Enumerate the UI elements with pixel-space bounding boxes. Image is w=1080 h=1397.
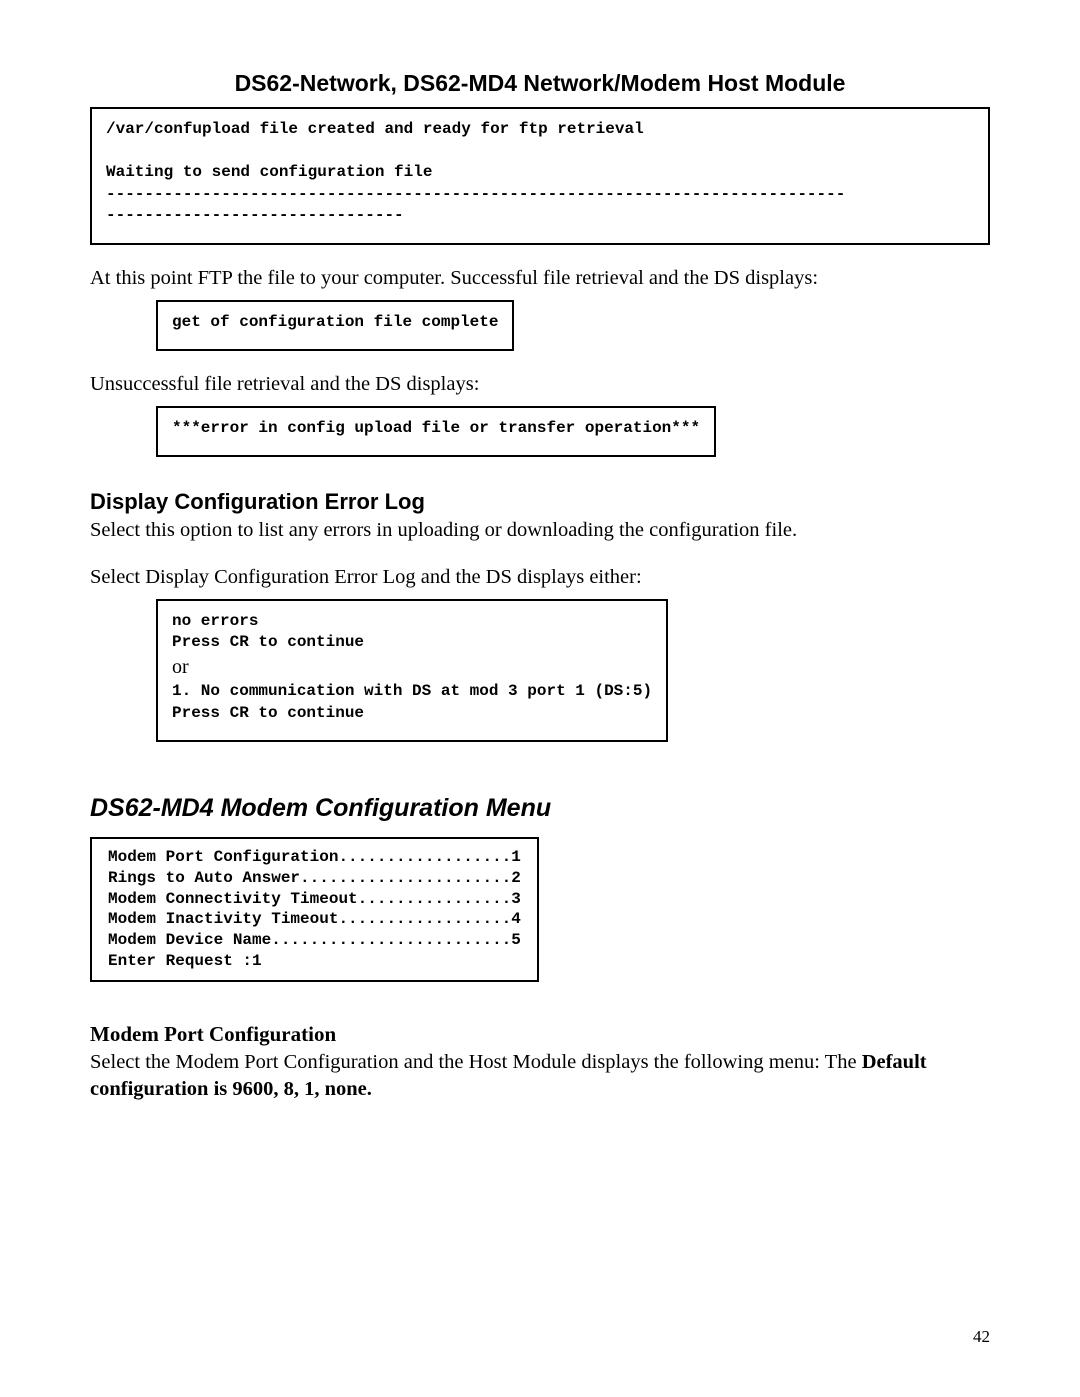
body-paragraph: Select this option to list any errors in… [90,517,990,544]
body-paragraph: At this point FTP the file to your compu… [90,265,990,292]
menu-prompt: Enter Request :1 [108,952,262,970]
code-line-dashes: ------------------------------- [106,206,404,224]
body-paragraph: Select Display Configuration Error Log a… [90,564,990,591]
menu-item: Modem Port Configuration................… [108,848,521,866]
terminal-output-error: ***error in config upload file or transf… [156,406,716,458]
code-line-dashes: ----------------------------------------… [106,185,845,203]
menu-item: Rings to Auto Answer....................… [108,869,521,887]
code-line: Press CR to continue [172,633,364,651]
code-line: no errors [172,612,258,630]
code-line: Waiting to send configuration file [106,163,432,181]
body-paragraph: Select the Modem Port Configuration and … [90,1049,990,1102]
code-line: ***error in config upload file or transf… [172,419,700,437]
code-line-or: or [172,656,189,678]
code-line: get of configuration file complete [172,313,498,331]
page-number: 42 [973,1327,990,1347]
code-line: 1. No communication with DS at mod 3 por… [172,682,652,700]
code-line: Press CR to continue [172,704,364,722]
body-text: Select the Modem Port Configuration and … [90,1051,862,1073]
section-heading-error-log: Display Configuration Error Log [90,489,990,515]
terminal-output-confupload: /var/confupload file created and ready f… [90,107,990,245]
menu-item: Modem Inactivity Timeout................… [108,910,521,928]
menu-item: Modem Device Name.......................… [108,931,521,949]
menu-item: Modem Connectivity Timeout..............… [108,890,521,908]
modem-config-menu: Modem Port Configuration................… [90,837,539,982]
document-page: DS62-Network, DS62-MD4 Network/Modem Hos… [0,0,1080,1397]
terminal-output-error-log: no errors Press CR to continue or 1. No … [156,599,668,742]
terminal-output-get-complete: get of configuration file complete [156,300,514,352]
subsection-heading-modem-port: Modem Port Configuration [90,1022,990,1047]
code-line: /var/confupload file created and ready f… [106,120,644,138]
page-title: DS62-Network, DS62-MD4 Network/Modem Hos… [90,70,990,97]
section-heading-modem-config: DS62-MD4 Modem Configuration Menu [90,794,990,823]
body-paragraph: Unsuccessful file retrieval and the DS d… [90,371,990,398]
